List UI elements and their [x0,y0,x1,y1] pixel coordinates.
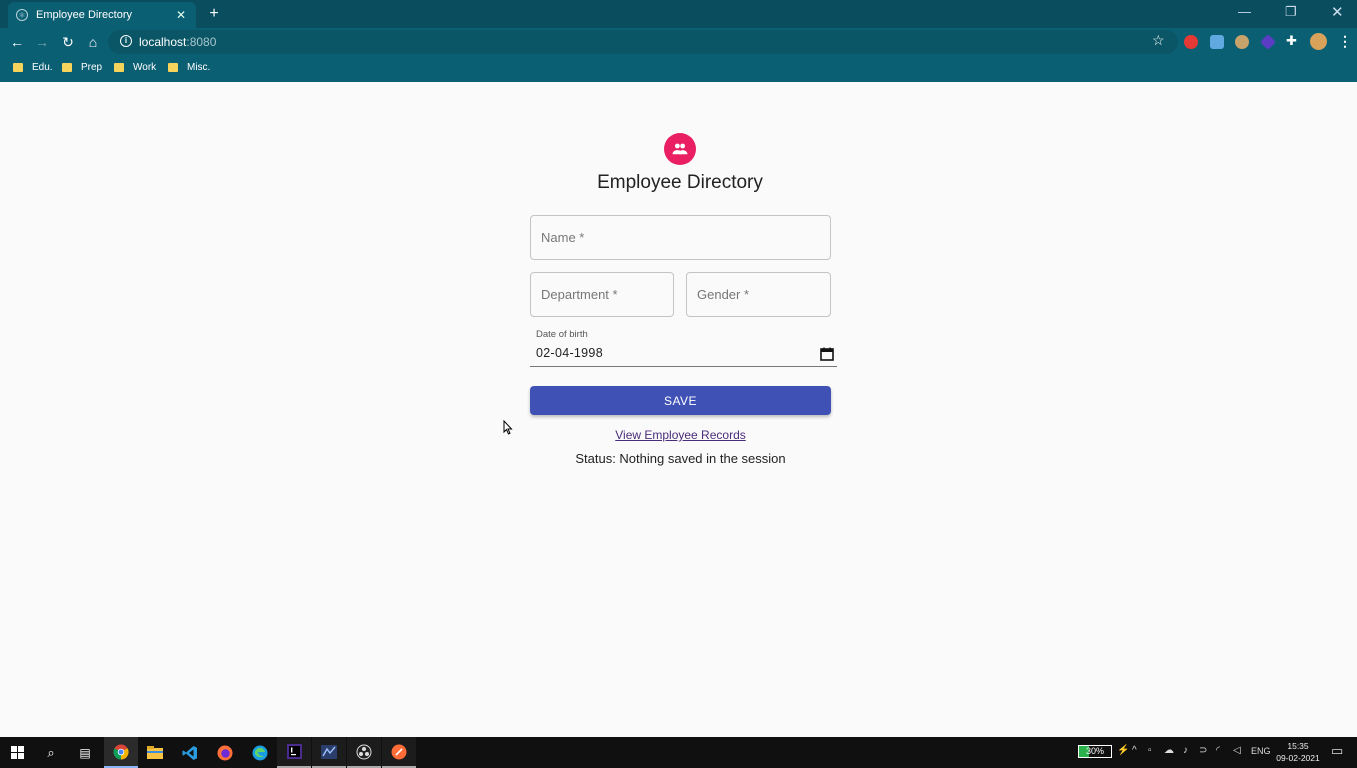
clock[interactable]: 15:35 09-02-2021 [1272,740,1324,764]
menu-kebab-icon[interactable]: ⋮ [1338,33,1352,50]
folder-icon [62,62,72,72]
react-favicon-icon: ⚛ [16,9,28,21]
home-icon[interactable]: ⌂ [84,33,102,51]
intellij-icon[interactable] [277,737,311,768]
bookmark-misc[interactable]: Misc. [168,58,210,76]
dob-input[interactable]: 02-04-1998 [536,346,603,360]
tray-link-icon[interactable]: ⊃ [1199,745,1207,756]
bookmark-work[interactable]: Work [114,58,156,76]
file-explorer-icon[interactable] [138,737,172,768]
tray-device-icon[interactable]: ▫ [1148,745,1152,756]
dob-underline [530,366,837,367]
reload-icon[interactable]: ↻ [59,33,77,51]
url-text[interactable]: localhost:8080 [139,35,216,49]
back-icon[interactable]: ← [8,33,26,51]
page-content: Employee Directory Date of birth 02-04-1… [0,82,1357,737]
onedrive-icon[interactable]: ☁ [1164,745,1174,756]
bookmark-star-icon[interactable]: ☆ [1152,32,1165,49]
url-host: localhost [139,35,187,49]
extensions-puzzle-icon[interactable]: ✚ [1286,33,1300,48]
language-indicator[interactable]: ENG [1251,746,1271,756]
extension-red-icon[interactable] [1184,35,1198,49]
department-field[interactable] [530,272,674,317]
tab-strip [0,0,1357,28]
clock-time: 15:35 [1287,741,1309,751]
sql-tool-icon[interactable] [312,737,346,768]
minimize-icon[interactable]: — [1238,4,1251,19]
windows-start-icon[interactable] [0,737,34,768]
tab-close-icon[interactable]: ✕ [174,8,188,22]
microphone-icon[interactable]: ♪ [1183,745,1188,756]
notification-icon[interactable]: ▭ [1331,743,1343,759]
power-plug-icon[interactable]: ⚡ [1117,745,1129,756]
bookmark-prep[interactable]: Prep [62,58,102,76]
bookmark-label: Work [133,61,157,73]
name-field[interactable] [530,215,831,260]
vscode-icon[interactable] [173,737,207,768]
profile-avatar[interactable] [1310,33,1327,50]
site-info-icon[interactable]: i [120,35,132,47]
calendar-icon[interactable] [820,347,834,361]
page-title: Employee Directory [597,172,763,193]
postman-icon[interactable] [382,737,416,768]
mouse-cursor-icon [503,419,513,440]
edge-icon[interactable] [243,737,277,768]
dob-label: Date of birth [536,329,588,340]
browser-chrome: ⚛ Employee Directory ✕ + — ❐ ✕ ← → ↻ ⌂ i… [0,0,1357,82]
obs-icon[interactable] [347,737,381,768]
restore-icon[interactable]: ❐ [1285,4,1297,20]
tab-employee-directory[interactable]: ⚛ Employee Directory ✕ [8,2,196,28]
close-window-icon[interactable]: ✕ [1331,3,1344,21]
bookmark-label: Edu. [32,61,53,73]
task-view-icon[interactable]: ▤ [68,737,102,768]
view-records-link[interactable]: View Employee Records [530,428,831,442]
save-button[interactable]: SAVE [530,386,831,415]
extension-cookie-icon[interactable] [1235,35,1249,49]
wifi-icon[interactable]: ◜ [1216,745,1220,756]
volume-icon[interactable]: ◁ [1233,745,1241,756]
address-bar[interactable] [108,30,1178,54]
folder-icon [168,62,178,72]
gender-field[interactable] [686,272,831,317]
folder-icon [13,62,23,72]
chrome-taskbar-icon[interactable] [104,737,138,768]
name-input[interactable] [531,216,830,259]
show-hidden-icons[interactable]: ^ [1132,745,1137,756]
bookmark-label: Prep [81,61,103,73]
tab-title: Employee Directory [36,9,132,21]
forward-icon[interactable]: → [33,33,51,51]
extension-user-icon[interactable] [1210,35,1224,49]
url-port: :8080 [186,35,217,49]
bookmark-edu[interactable]: Edu. [13,58,53,76]
battery-percent: 30% [1085,746,1104,756]
search-icon[interactable]: ⌕ [34,737,68,768]
bookmark-label: Misc. [187,61,211,73]
windows-taskbar: ⌕ ▤ [0,737,1357,768]
gender-input[interactable] [687,273,830,316]
clock-date: 09-02-2021 [1276,753,1320,763]
firefox-icon[interactable] [208,737,242,768]
folder-icon [114,62,124,72]
extension-diamond-icon[interactable] [1260,34,1276,50]
status-text: Status: Nothing saved in the session [575,451,786,466]
new-tab-button[interactable]: + [205,5,223,23]
people-icon [664,133,696,165]
department-input[interactable] [531,273,673,316]
battery-indicator[interactable]: 30% [1078,745,1112,758]
